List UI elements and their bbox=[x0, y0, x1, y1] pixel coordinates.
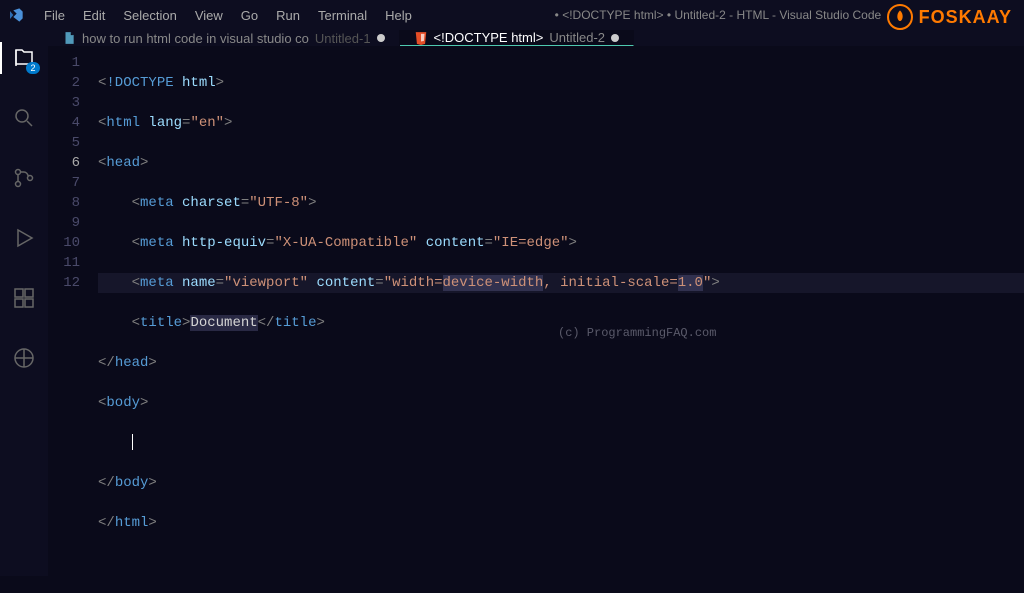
activity-explorer[interactable]: 2 bbox=[0, 38, 48, 78]
vscode-icon bbox=[8, 7, 24, 23]
line-gutter: 1 2 3 4 5 6 7 8 9 10 11 12 bbox=[48, 53, 98, 593]
tab-label: <!DOCTYPE html> bbox=[434, 30, 544, 45]
menu-go[interactable]: Go bbox=[233, 4, 266, 27]
menu-edit[interactable]: Edit bbox=[75, 4, 113, 27]
tab-untitled-1[interactable]: how to run html code in visual studio co… bbox=[48, 30, 400, 46]
activity-live-share[interactable] bbox=[0, 338, 48, 378]
menu-run[interactable]: Run bbox=[268, 4, 308, 27]
activity-search[interactable] bbox=[0, 98, 48, 138]
dirty-indicator-icon bbox=[377, 34, 385, 42]
titlebar: File Edit Selection View Go Run Terminal… bbox=[0, 0, 1024, 30]
menu-terminal[interactable]: Terminal bbox=[310, 4, 375, 27]
menu-help[interactable]: Help bbox=[377, 4, 420, 27]
file-icon bbox=[62, 31, 76, 45]
activity-source-control[interactable] bbox=[0, 158, 48, 198]
activity-extensions[interactable] bbox=[0, 278, 48, 318]
code-content[interactable]: <!DOCTYPE html> <html lang="en"> <head> … bbox=[98, 53, 1024, 593]
menu-view[interactable]: View bbox=[187, 4, 231, 27]
tab-label: how to run html code in visual studio co bbox=[82, 31, 309, 46]
activity-bar: 2 bbox=[0, 30, 48, 576]
editor-tabs: how to run html code in visual studio co… bbox=[48, 30, 1024, 47]
brand-text: FOSKAAY bbox=[919, 7, 1012, 28]
menu-bar: File Edit Selection View Go Run Terminal… bbox=[36, 4, 420, 27]
html-icon bbox=[414, 31, 428, 45]
code-editor[interactable]: 1 2 3 4 5 6 7 8 9 10 11 12 <!DOCTYPE htm… bbox=[48, 47, 1024, 593]
menu-file[interactable]: File bbox=[36, 4, 73, 27]
explorer-badge: 2 bbox=[26, 62, 40, 74]
tab-sub: Untitled-1 bbox=[315, 31, 371, 46]
brand-icon bbox=[887, 4, 913, 30]
editor-area: how to run html code in visual studio co… bbox=[48, 30, 1024, 576]
dirty-indicator-icon bbox=[611, 34, 619, 42]
watermark-text: (c) ProgrammingFAQ.com bbox=[558, 323, 716, 343]
activity-run-debug[interactable] bbox=[0, 218, 48, 258]
tab-sub: Untitled-2 bbox=[549, 30, 605, 45]
text-cursor bbox=[132, 434, 133, 450]
tab-untitled-2[interactable]: <!DOCTYPE html> Untitled-2 bbox=[400, 30, 634, 46]
menu-selection[interactable]: Selection bbox=[115, 4, 184, 27]
brand-logo: FOSKAAY bbox=[887, 4, 1012, 30]
